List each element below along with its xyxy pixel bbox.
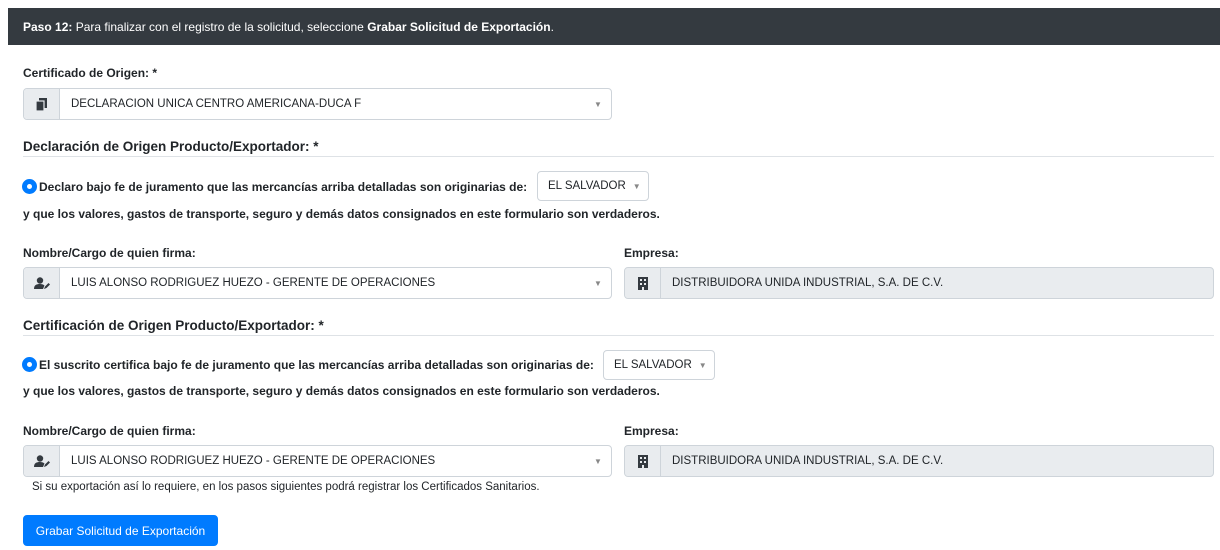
declaracion-company-label: Empresa: (624, 246, 679, 260)
certificacion-radio-label: El suscrito certifica bajo fe de juramen… (39, 357, 594, 372)
certificacion-company-value: DISTRIBUIDORA UNIDA INDUSTRIAL, S.A. DE … (672, 455, 944, 467)
declaracion-signer-label: Nombre/Cargo de quien firma: (23, 246, 196, 260)
declaracion-title: Declaración de Origen Producto/Exportado… (23, 139, 319, 154)
certificacion-signer-select[interactable]: LUIS ALONSO RODRIGUEZ HUEZO - GERENTE DE… (23, 445, 612, 477)
grabar-solicitud-button[interactable]: Grabar Solicitud de Exportación (23, 515, 218, 546)
sanitary-note: Si su exportación así lo requiere, en lo… (32, 481, 540, 493)
certificacion-title: Certificación de Origen Producto/Exporta… (23, 318, 324, 333)
building-icon (625, 268, 661, 298)
copy-icon (24, 89, 60, 119)
step-action-name: Grabar Solicitud de Exportación (367, 19, 551, 34)
declaracion-divider (23, 156, 1214, 157)
certificacion-signer-value: LUIS ALONSO RODRIGUEZ HUEZO - GERENTE DE… (71, 455, 436, 467)
declaracion-company-field: DISTRIBUIDORA UNIDA INDUSTRIAL, S.A. DE … (624, 267, 1214, 299)
declaracion-continuation: y que los valores, gastos de transporte,… (23, 207, 660, 221)
certificacion-company-label: Empresa: (624, 424, 679, 438)
declaracion-radio-label: Declaro bajo fe de juramento que las mer… (39, 179, 528, 194)
certificacion-signer-label: Nombre/Cargo de quien firma: (23, 424, 196, 438)
certificado-value: DECLARACION UNICA CENTRO AMERICANA-DUCA … (71, 98, 362, 110)
certificacion-continuation: y que los valores, gastos de transporte,… (23, 384, 660, 398)
certificacion-divider (23, 335, 1214, 336)
declaracion-country-select[interactable]: EL SALVADOR ▼ (537, 171, 649, 201)
declaracion-signer-value: LUIS ALONSO RODRIGUEZ HUEZO - GERENTE DE… (71, 277, 436, 289)
chevron-down-icon: ▼ (594, 99, 602, 109)
declaracion-radio[interactable] (22, 179, 37, 194)
declaracion-radio-row[interactable]: Declaro bajo fe de juramento que las mer… (22, 179, 527, 194)
certificacion-country-value: EL SALVADOR (614, 359, 692, 371)
declaracion-company-value: DISTRIBUIDORA UNIDA INDUSTRIAL, S.A. DE … (672, 277, 944, 289)
user-edit-icon (24, 446, 60, 476)
step-period: . (550, 19, 554, 34)
declaracion-signer-select[interactable]: LUIS ALONSO RODRIGUEZ HUEZO - GERENTE DE… (23, 267, 612, 299)
chevron-down-icon: ▼ (698, 360, 707, 370)
building-icon (625, 446, 661, 476)
chevron-down-icon: ▼ (594, 278, 602, 288)
certificacion-radio-row[interactable]: El suscrito certifica bajo fe de juramen… (22, 357, 594, 372)
certificado-label: Certificado de Origen: * (23, 66, 158, 80)
step-header: Paso 12: Para finalizar con el registro … (8, 8, 1220, 45)
chevron-down-icon: ▼ (632, 181, 641, 191)
certificacion-radio[interactable] (22, 357, 37, 372)
certificado-select[interactable]: DECLARACION UNICA CENTRO AMERICANA-DUCA … (23, 88, 612, 120)
chevron-down-icon: ▼ (594, 456, 602, 466)
declaracion-country-value: EL SALVADOR (548, 180, 626, 192)
step-label: Paso 12: (23, 19, 73, 34)
certificacion-country-select[interactable]: EL SALVADOR ▼ (603, 350, 715, 380)
user-edit-icon (24, 268, 60, 298)
step-instruction: Para finalizar con el registro de la sol… (72, 19, 368, 34)
certificacion-company-field: DISTRIBUIDORA UNIDA INDUSTRIAL, S.A. DE … (624, 445, 1214, 477)
